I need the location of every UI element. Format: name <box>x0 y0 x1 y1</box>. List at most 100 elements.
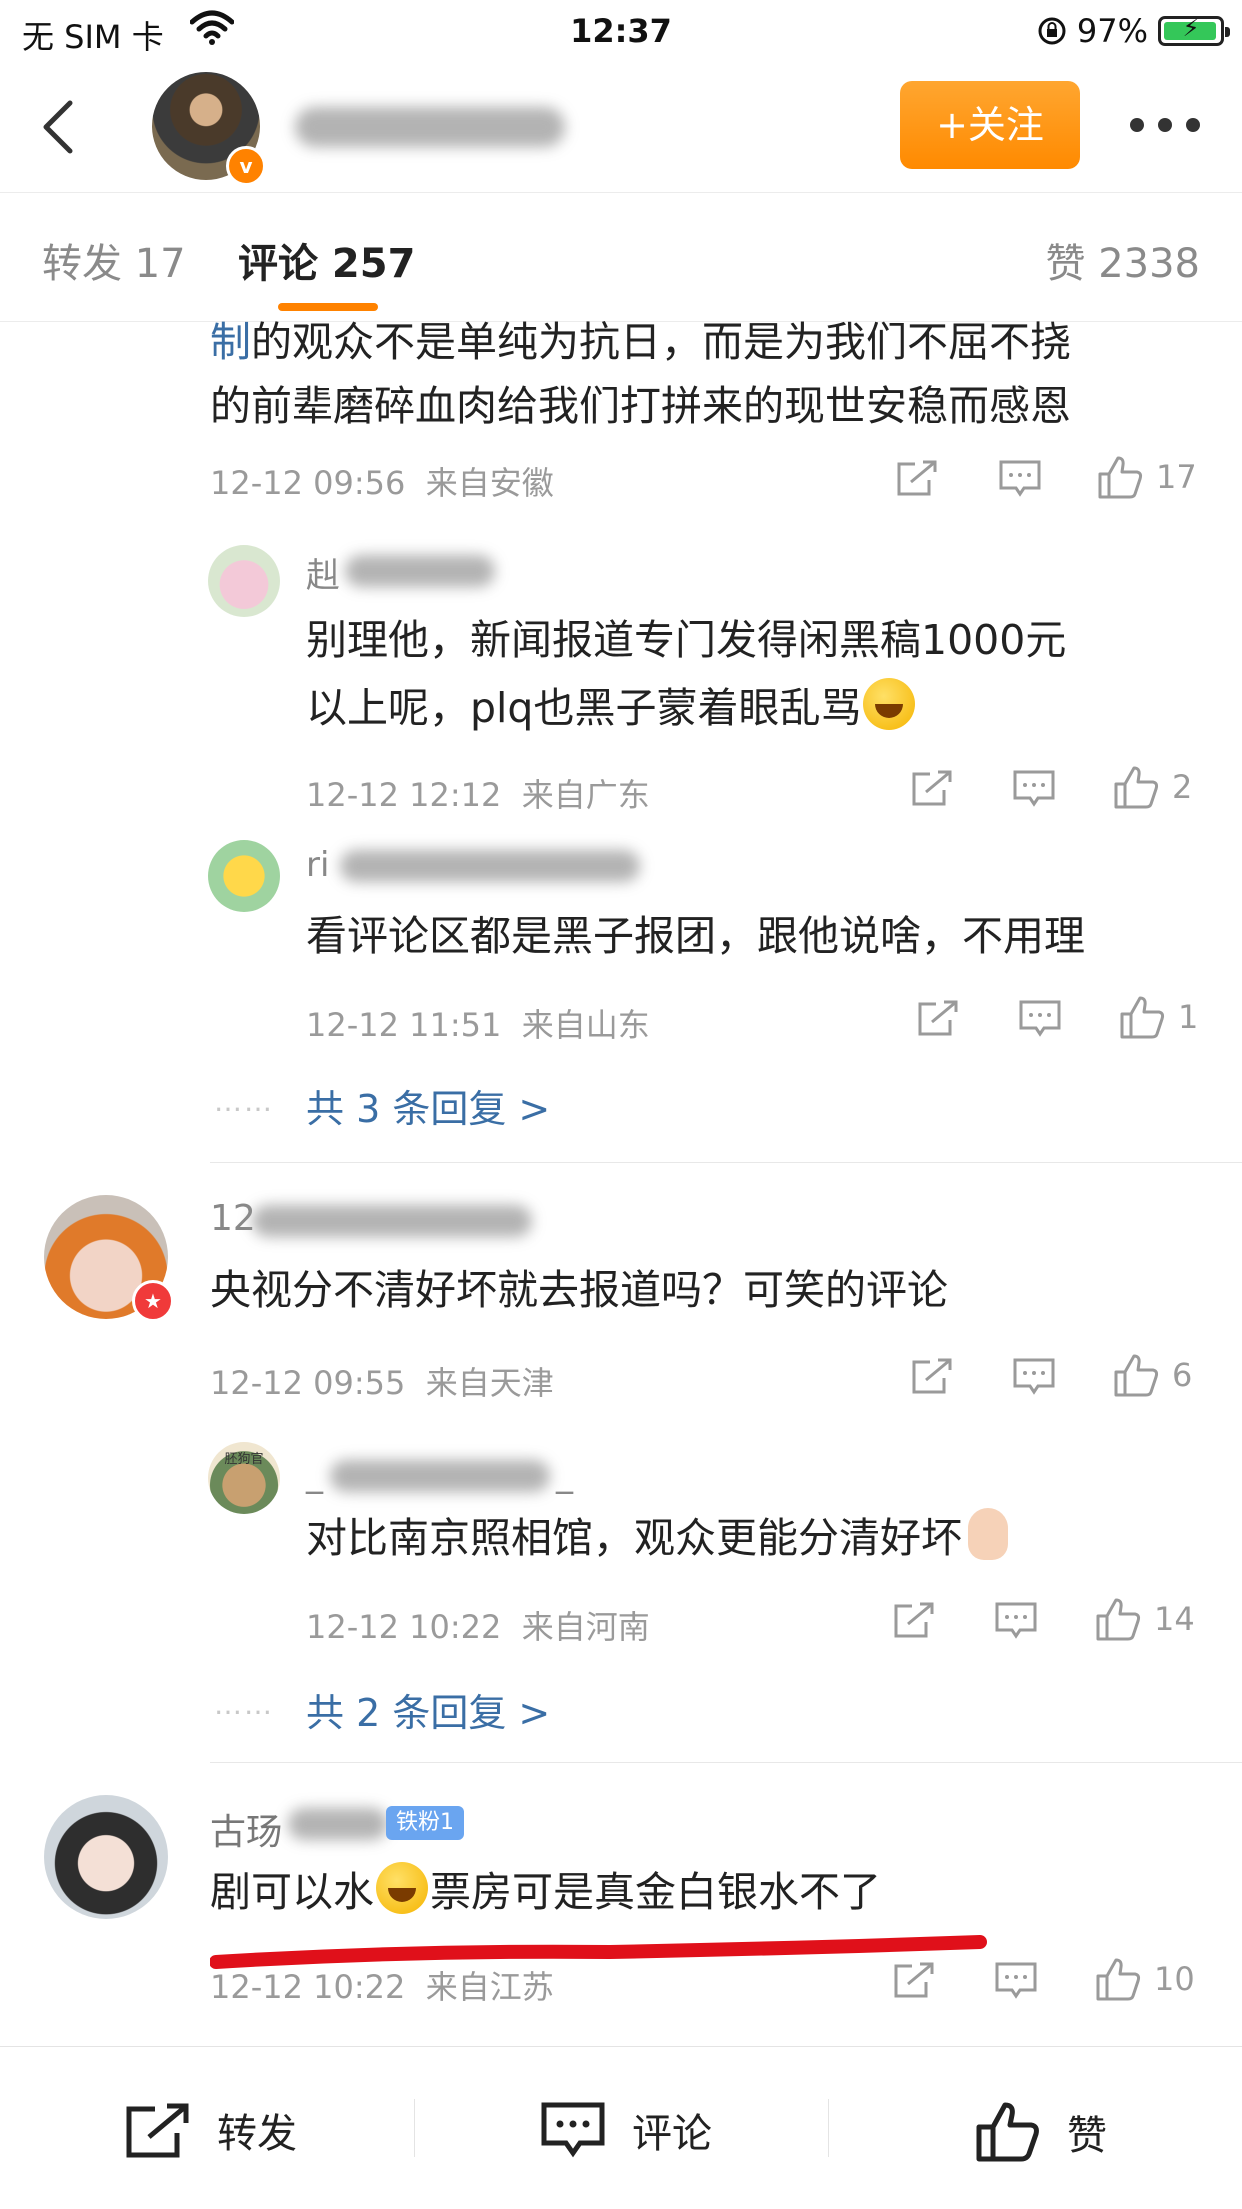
thumbs-up-icon <box>1114 1354 1159 1397</box>
reply-button[interactable] <box>1012 1356 1056 1396</box>
nav-bar: v +关注 <box>0 62 1242 193</box>
reply-text-wrap: 对比南京照相馆，观众更能分清好坏 <box>306 1508 1008 1566</box>
comment-icon <box>1019 1000 1061 1037</box>
battery-percent: 97% <box>1076 12 1148 50</box>
verified-badge-icon: v <box>226 146 266 186</box>
comment-divider <box>210 1762 1242 1763</box>
repost-button[interactable]: 转发 <box>125 2101 297 2159</box>
reply-meta: 12-12 11:51 来自山东 <box>306 1000 650 1046</box>
like-button[interactable]: 17 <box>1096 454 1197 500</box>
share-icon <box>897 460 937 496</box>
status-right: 97% ⚡ <box>1037 12 1230 50</box>
comment-text-part1: 剧可以水 <box>210 1868 374 1916</box>
comment-text: 央视分不清好坏就去报道吗？可笑的评论 <box>210 1266 948 1314</box>
like-count: 2 <box>1172 768 1193 806</box>
repost-label: 转发 <box>217 2111 297 2157</box>
battery-icon: ⚡ <box>1158 14 1230 46</box>
reply-username-suffix[interactable]: _ <box>556 1455 573 1495</box>
comment-icon <box>1013 770 1055 807</box>
reply-avatar[interactable] <box>208 545 280 617</box>
reply-location: 来自河南 <box>521 1608 650 1646</box>
like-count: 6 <box>1172 1356 1193 1394</box>
comment-label: 评论 <box>632 2111 712 2157</box>
comment-text-part2: 票房可是真金白银水不了 <box>430 1868 881 1916</box>
reply-meta: 12-12 10:22 来自河南 <box>306 1602 650 1648</box>
reply-text-line2-wrap: 以上呢，plq也黑子蒙着眼乱骂 <box>306 678 917 736</box>
share-icon <box>912 770 952 806</box>
reply-avatar[interactable]: 胚狗官 <box>208 1442 280 1514</box>
like-count: 17 <box>1156 458 1197 496</box>
share-button[interactable] <box>910 1356 954 1396</box>
follow-button[interactable]: +关注 <box>900 81 1080 169</box>
share-button[interactable] <box>910 768 954 808</box>
like-button[interactable]: 1 <box>1118 994 1198 1040</box>
reply-button[interactable] <box>1018 998 1062 1038</box>
reply-button[interactable] <box>1012 768 1056 808</box>
share-button[interactable] <box>916 998 960 1038</box>
more-replies-link[interactable]: 共 2 条回复 > <box>306 1682 550 1737</box>
comment-location: 来自安徽 <box>425 464 554 502</box>
reply-text-line2: 以上呢，plq也黑子蒙着眼乱骂 <box>306 684 862 732</box>
more-replies-link[interactable]: 共 3 条回复 > <box>306 1078 550 1133</box>
share-button[interactable] <box>892 1600 936 1640</box>
comment-time: 12-12 09:56 <box>210 464 406 502</box>
tab-likes[interactable]: 赞 2338 <box>1045 231 1200 289</box>
author-name-blurred[interactable] <box>295 107 565 147</box>
commenter-avatar[interactable] <box>44 1795 168 1919</box>
reply-username-blurred[interactable] <box>345 555 495 587</box>
charging-bolt-icon: ⚡ <box>1182 14 1200 42</box>
commenter-username-prefix[interactable]: 古玚 <box>210 1803 282 1855</box>
fan-badge: 铁粉1 <box>386 1806 464 1840</box>
share-icon <box>918 1000 958 1036</box>
commenter-username-prefix[interactable]: 12 <box>210 1198 256 1239</box>
reply-username-blurred[interactable] <box>340 850 640 882</box>
commenter-username-blurred[interactable] <box>252 1205 532 1237</box>
like-button[interactable]: 14 <box>1094 1596 1195 1642</box>
like-button[interactable]: 赞 <box>975 2101 1107 2163</box>
comment-icon <box>541 2102 605 2158</box>
tab-reposts[interactable]: 转发 17 <box>42 231 186 289</box>
like-button[interactable]: 2 <box>1112 764 1192 810</box>
reply-button[interactable] <box>994 1960 1038 2000</box>
laugh-cry-emoji-icon <box>863 678 916 730</box>
reply-location: 来自广东 <box>521 776 650 814</box>
reply-time: 12-12 12:12 <box>306 776 502 814</box>
back-arrow-icon[interactable] <box>30 97 90 157</box>
comment-location: 来自天津 <box>425 1364 554 1402</box>
tab-active-indicator <box>278 303 378 311</box>
commenter-username-blurred[interactable] <box>288 1808 388 1840</box>
tab-comments[interactable]: 评论 257 <box>238 231 415 289</box>
reply-avatar[interactable] <box>208 840 280 912</box>
annotation-underline <box>210 1935 987 1969</box>
separator <box>414 2099 415 2157</box>
share-icon <box>894 1962 934 1998</box>
like-button[interactable]: 6 <box>1112 1352 1192 1398</box>
comment-icon <box>995 1602 1037 1639</box>
avatar-caption: 胚狗官 <box>224 1452 264 1467</box>
comment-icon <box>995 1962 1037 1999</box>
wifi-icon <box>190 10 234 45</box>
more-options-icon[interactable] <box>1130 118 1200 134</box>
replies-dots: …… <box>214 1085 274 1118</box>
reply-username-blurred[interactable] <box>330 1460 550 1492</box>
share-icon <box>912 1358 952 1394</box>
share-icon <box>126 2103 189 2158</box>
like-count: 1 <box>1178 998 1199 1036</box>
like-count: 10 <box>1154 1960 1195 1998</box>
reply-username-prefix[interactable]: ri <box>306 845 329 885</box>
comment-button[interactable]: 评论 <box>540 2101 712 2159</box>
comment-text-line1: 的观众不是单纯为抗日，而是为我们不屈不挠 <box>251 318 1071 366</box>
comment-highlight[interactable]: 制 <box>210 318 251 366</box>
comment-divider <box>210 1162 1242 1163</box>
share-button[interactable] <box>892 1960 936 2000</box>
like-button[interactable]: 10 <box>1094 1956 1195 2002</box>
reply-username-prefix[interactable]: _ <box>306 1455 323 1495</box>
separator <box>828 2099 829 2157</box>
reply-username-prefix[interactable]: 赳 <box>306 548 340 597</box>
member-badge-icon: ★ <box>132 1280 174 1322</box>
reply-button[interactable] <box>998 458 1042 498</box>
share-button[interactable] <box>895 458 939 498</box>
replies-dots: …… <box>214 1688 274 1721</box>
reply-button[interactable] <box>994 1600 1038 1640</box>
comment-text-wrap: 剧可以水 票房可是真金白银水不了 <box>210 1862 881 1920</box>
